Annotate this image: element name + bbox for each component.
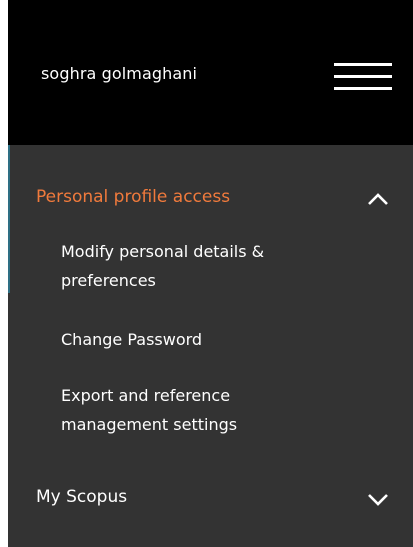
menu-item-label-line: Change Password — [61, 330, 203, 349]
hamburger-line — [334, 75, 392, 78]
menu-item-label-line: management settings — [61, 415, 238, 434]
menu-item-label-line: Export and reference — [61, 386, 231, 405]
my-scopus-label: My Scopus — [36, 487, 128, 507]
menu-item-label-line: preferences — [61, 271, 156, 290]
personal-profile-access-toggle[interactable]: Personal profile access — [8, 175, 413, 219]
export-reference-settings-link[interactable]: Export and reference management settings — [61, 381, 361, 439]
my-scopus-toggle[interactable]: My Scopus — [8, 475, 413, 519]
hamburger-menu-icon[interactable] — [330, 58, 396, 96]
user-name: soghra golmaghani — [41, 64, 198, 83]
hamburger-line — [334, 87, 392, 90]
personal-profile-access-label: Personal profile access — [36, 187, 231, 207]
active-section-indicator — [8, 145, 10, 293]
menu-item-label-line: Modify personal details & — [61, 242, 265, 261]
account-menu: Personal profile access Modify personal … — [8, 145, 413, 547]
hamburger-line — [334, 63, 392, 66]
page: soghra golmaghani Personal profile acces… — [0, 0, 413, 547]
change-password-link[interactable]: Change Password — [61, 325, 361, 354]
chevron-down-icon — [368, 494, 388, 506]
account-header: soghra golmaghani — [8, 0, 413, 145]
modify-personal-details-link[interactable]: Modify personal details & preferences — [61, 237, 361, 295]
chevron-up-icon — [368, 193, 388, 205]
